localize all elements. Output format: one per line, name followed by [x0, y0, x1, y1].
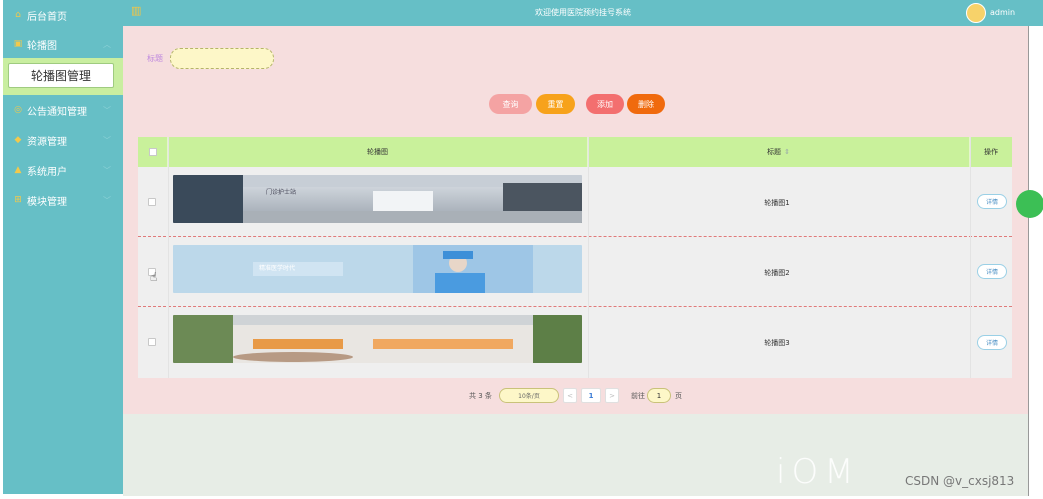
home-icon: ⌂ — [15, 10, 21, 20]
chevron-down-icon: ﹀ — [103, 196, 111, 205]
sidebar-item-home[interactable]: ⌂ 后台首页 — [3, 0, 123, 30]
avatar-icon[interactable] — [966, 3, 986, 23]
sidebar-item-label: 轮播图 — [27, 40, 57, 52]
sidebar-item-notice[interactable]: ◎ 公告通知管理 ﹀ — [3, 95, 123, 125]
column-header-action: 操作 — [984, 148, 998, 156]
chevron-down-icon: ﹀ — [103, 166, 111, 175]
detail-button[interactable]: 详情 — [977, 264, 1007, 279]
banner-text: 精准医学时代 — [259, 265, 296, 272]
delete-button[interactable]: 删除 — [627, 94, 665, 114]
doctor-photo — [173, 245, 582, 293]
add-button[interactable]: 添加 — [586, 94, 624, 114]
hand-cursor-icon: ☝ — [150, 270, 158, 284]
goto-suffix: 页 — [675, 392, 682, 400]
carousel-icon: ▣ — [13, 39, 23, 49]
table-header: 轮播图 标题 ⇕ 操作 — [138, 137, 1012, 167]
sidebar-item-modules[interactable]: ⊞ 模块管理 ﹀ — [3, 185, 123, 215]
column-header-image: 轮播图 — [168, 137, 588, 167]
header-title: 欢迎使用医院预约挂号系统 — [535, 8, 631, 17]
select-all-checkbox[interactable] — [148, 148, 157, 156]
carousel-image-2: 精准医学时代 — [173, 245, 582, 293]
sidebar-subitem-label: 轮播图管理 — [8, 63, 114, 88]
page-number-current[interactable]: 1 — [581, 388, 601, 403]
carousel-table: 轮播图 标题 ⇕ 操作 门诊护士站 轮播图1 详情 精准医学时代 轮播图2 详情… — [138, 137, 1012, 378]
notice-icon: ◎ — [14, 105, 22, 115]
header-select-all-cell — [138, 137, 168, 167]
reset-button[interactable]: 重置 — [536, 94, 575, 114]
table-row: 精准医学时代 轮播图2 详情 — [138, 237, 1012, 307]
column-divider — [970, 137, 971, 378]
app-root: ⌂ 后台首页 ▣ 轮播图 ︿ ◎ 公告通知管理 ﹀ ◆ 资源管理 ﹀ ▲ 系统用… — [0, 0, 1043, 499]
watermark-overlay: iOM — [776, 452, 860, 492]
row-checkbox[interactable] — [148, 198, 156, 206]
sidebar-item-resource[interactable]: ◆ 资源管理 ﹀ — [3, 125, 123, 155]
main-content: 标题 查询 重置 添加 删除 轮播图 标题 ⇕ 操作 门诊护士站 轮播图1 详情… — [123, 26, 1028, 496]
goto-prefix: 前往 — [631, 392, 645, 400]
carousel-image-1: 门诊护士站 — [173, 175, 582, 223]
chat-bubble-icon[interactable] — [1016, 190, 1043, 218]
list-panel: 标题 查询 重置 添加 删除 轮播图 标题 ⇕ 操作 门诊护士站 轮播图1 详情… — [123, 26, 1028, 414]
content-scrollbar[interactable] — [1028, 26, 1029, 496]
goto-page-input[interactable]: 1 — [647, 388, 671, 403]
sidebar-item-carousel[interactable]: ▣ 轮播图 ︿ — [3, 29, 123, 59]
carousel-image-3 — [173, 315, 582, 363]
row-title: 轮播图3 — [764, 339, 790, 347]
pagination: 共 3 条 10条/页 < 1 > 前往 1 页 — [123, 388, 1028, 404]
next-page-button[interactable]: > — [605, 388, 619, 403]
page-size-select[interactable]: 10条/页 — [499, 388, 559, 403]
sidebar-item-users[interactable]: ▲ 系统用户 ﹀ — [3, 155, 123, 185]
top-header: ▥ 欢迎使用医院预约挂号系统 admin — [123, 0, 1043, 26]
sidebar-subitem-carousel-manage[interactable]: 轮播图管理 — [3, 58, 123, 95]
clinic-sign-text: 门诊护士站 — [266, 189, 297, 196]
hallway-photo — [173, 175, 582, 223]
sort-icon[interactable]: ⇕ — [784, 148, 790, 156]
chevron-down-icon: ﹀ — [103, 136, 111, 145]
column-header-title-label: 标题 — [767, 148, 782, 156]
sidebar-item-label: 系统用户 — [27, 166, 67, 178]
search-title-input[interactable] — [170, 48, 274, 69]
detail-button[interactable]: 详情 — [977, 194, 1007, 209]
row-checkbox[interactable] — [148, 338, 156, 346]
module-icon: ⊞ — [14, 195, 22, 205]
query-button[interactable]: 查询 — [489, 94, 532, 114]
detail-button[interactable]: 详情 — [977, 335, 1007, 350]
lobby-photo — [173, 315, 582, 363]
prev-page-button[interactable]: < — [563, 388, 577, 403]
column-divider — [168, 137, 169, 378]
row-title: 轮播图2 — [764, 269, 790, 277]
watermark-csdn: CSDN @v_cxsj813 — [905, 474, 1015, 488]
column-divider — [588, 137, 589, 378]
row-title: 轮播图1 — [764, 199, 790, 207]
sidebar-item-label: 后台首页 — [27, 11, 67, 23]
chevron-down-icon: ﹀ — [103, 106, 111, 115]
resource-icon: ◆ — [14, 135, 22, 145]
search-label: 标题 — [147, 54, 163, 63]
user-icon: ▲ — [14, 165, 22, 175]
column-header-title[interactable]: 标题 ⇕ — [588, 137, 970, 167]
table-row: 门诊护士站 轮播图1 详情 — [138, 167, 1012, 237]
pagination-total: 共 3 条 — [469, 392, 492, 400]
sidebar-item-label: 模块管理 — [27, 196, 67, 208]
sidebar-item-label: 公告通知管理 — [27, 106, 87, 118]
header-username[interactable]: admin — [990, 8, 1015, 17]
chevron-up-icon: ︿ — [103, 40, 111, 49]
sidebar-item-label: 资源管理 — [27, 136, 67, 148]
table-row: 轮播图3 详情 — [138, 307, 1012, 378]
